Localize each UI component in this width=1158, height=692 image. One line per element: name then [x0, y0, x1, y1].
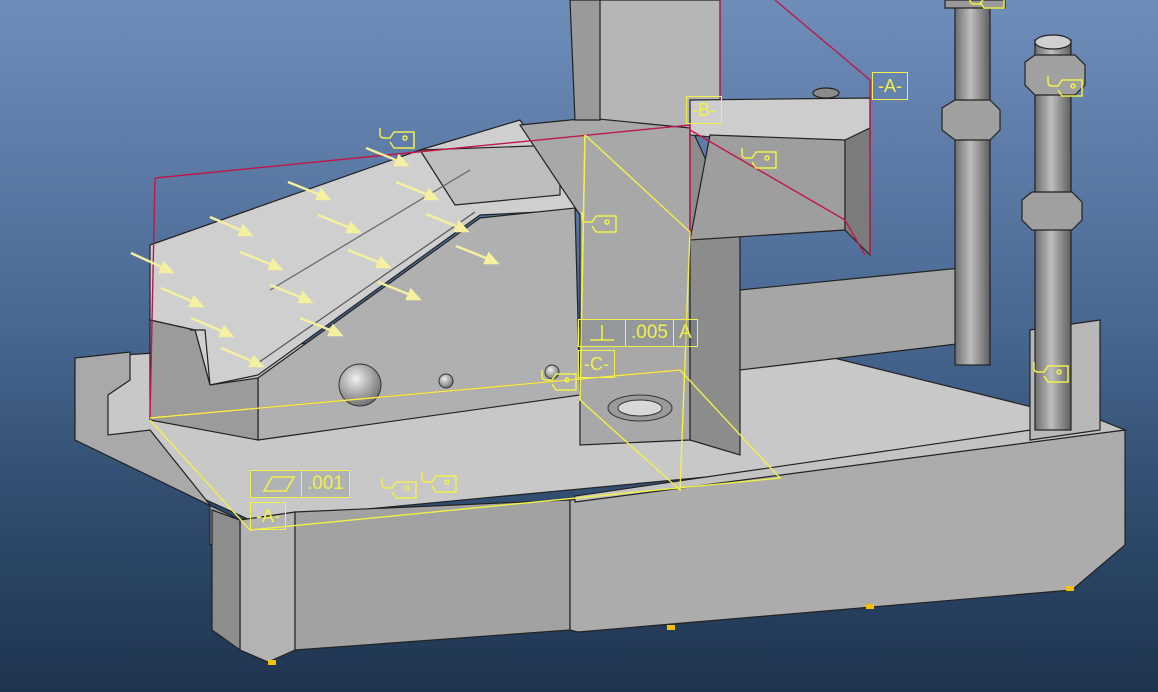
- datum-b[interactable]: -B-: [686, 96, 722, 124]
- perpendicularity-tolerance: .005: [625, 320, 673, 346]
- flatness-control-frame[interactable]: .001: [250, 470, 350, 498]
- perpendicularity-control-frame[interactable]: .005 A: [578, 319, 698, 347]
- perpendicularity-icon: [579, 320, 625, 346]
- cad-viewport[interactable]: .001 -A- .005 A -C- -B- -A-: [0, 0, 1158, 692]
- tag-icon: [379, 128, 415, 149]
- flatness-icon: [251, 471, 301, 497]
- datum-a-bottom[interactable]: -A-: [250, 502, 286, 530]
- datum-c[interactable]: -C-: [578, 350, 615, 378]
- flatness-tolerance: .001: [301, 471, 349, 497]
- perpendicularity-datum-ref: A: [672, 320, 697, 346]
- datum-a-top[interactable]: -A-: [872, 72, 908, 100]
